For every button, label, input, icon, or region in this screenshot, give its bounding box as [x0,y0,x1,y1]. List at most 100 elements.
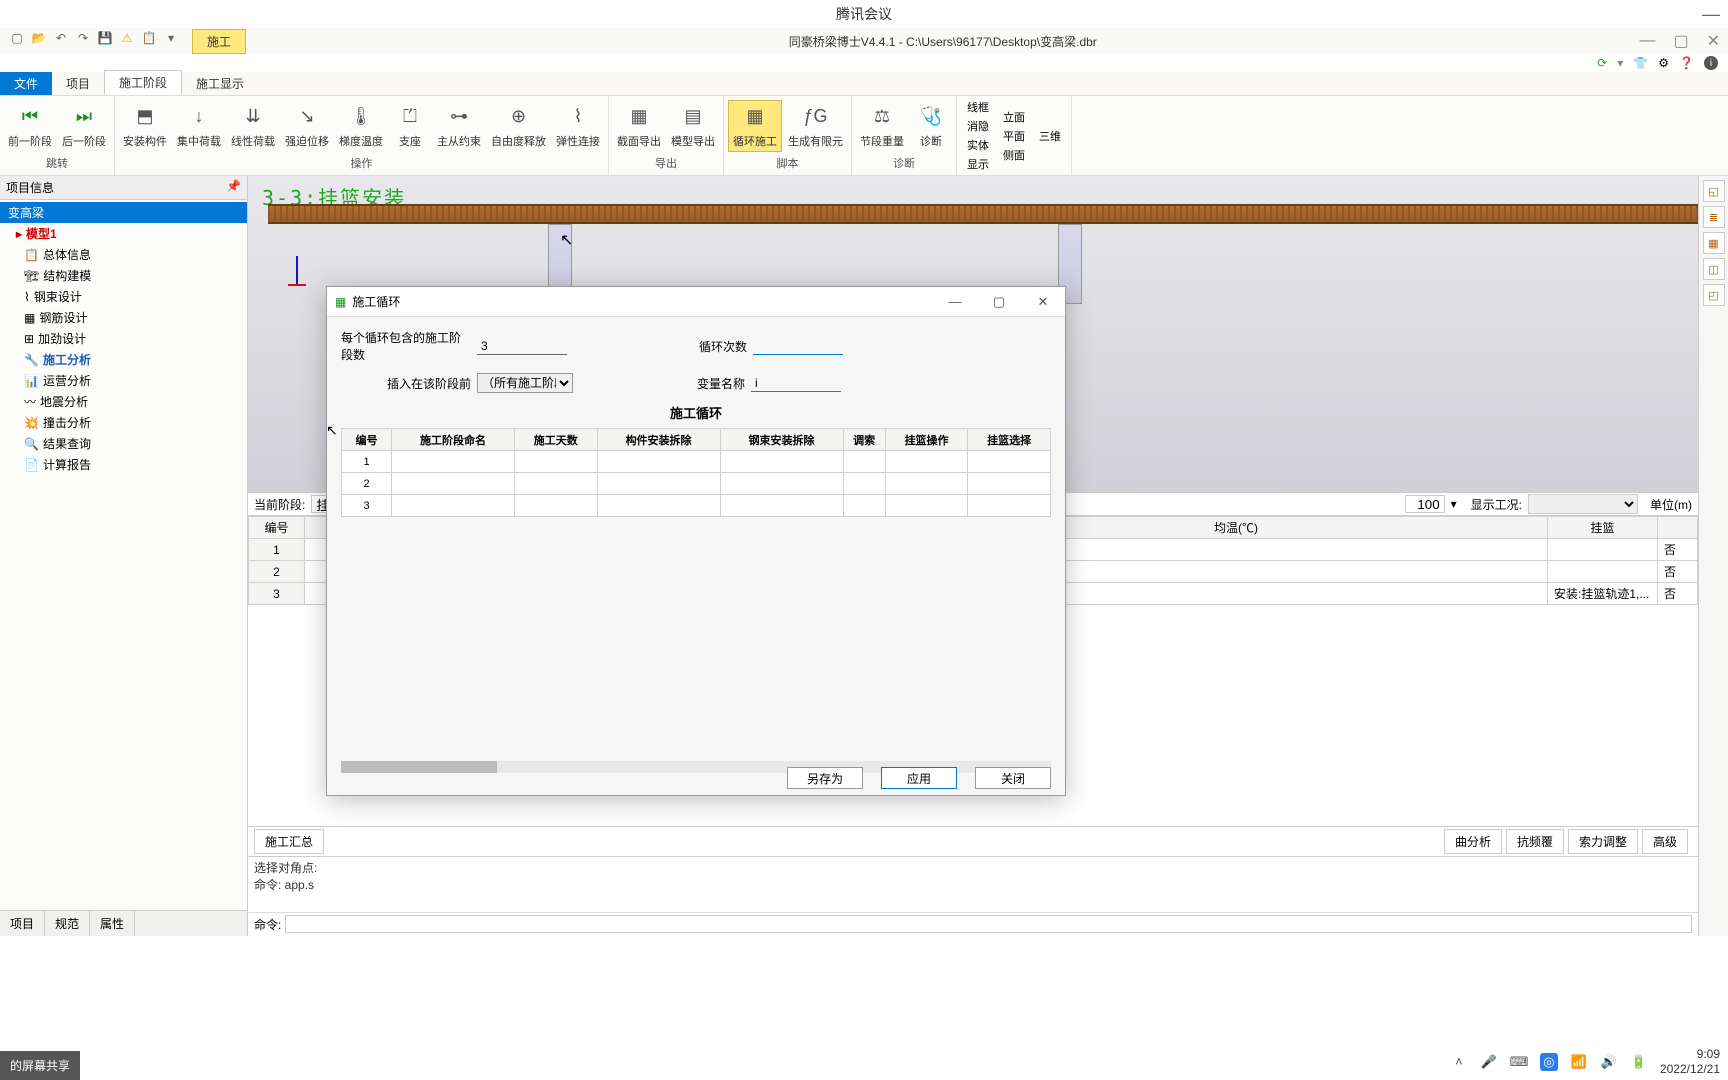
save-icon[interactable]: 💾 [96,29,114,47]
next-stage-button[interactable]: ⏭后一阶段 [58,101,110,151]
dialog-close-icon[interactable]: ✕ [1029,294,1057,310]
force-button[interactable]: 索力调整 [1568,829,1638,854]
view-icon[interactable]: ▦ [1703,232,1725,254]
clock[interactable]: 9:09 2022/12/21 [1660,1047,1720,1076]
sync-icon[interactable]: ⟳ [1597,56,1607,70]
tree-item-rebar[interactable]: ▦ 钢筋设计 [0,307,247,328]
close-button[interactable]: 关闭 [975,767,1051,789]
view-solid[interactable]: 实体 [961,136,995,154]
tree-item-result[interactable]: 🔍 结果查询 [0,433,247,454]
forced-disp-button[interactable]: ↘强迫位移 [281,101,333,151]
conc-load-button[interactable]: ↓集中荷载 [173,101,225,151]
wifi-icon[interactable]: 📶 [1570,1053,1588,1071]
stages-per-cycle-input[interactable] [477,337,567,355]
tree-root[interactable]: 变高梁 [0,202,247,223]
tree-model[interactable]: ▸ 模型1 [0,223,247,244]
redo-icon[interactable]: ↷ [74,29,92,47]
mic-icon[interactable]: 🎤 [1480,1053,1498,1071]
dialog-min-icon[interactable]: — [941,294,969,310]
section-export-button[interactable]: ▦截面导出 [613,101,665,151]
meeting-min-icon[interactable]: — [1702,0,1728,28]
cube-icon[interactable]: ◱ [1703,180,1725,202]
dialog-max-icon[interactable]: ▢ [985,294,1013,310]
battery-icon[interactable]: 🔋 [1630,1053,1648,1071]
panel-title: 项目信息 [6,179,54,196]
elastic-link-button[interactable]: ⌇弹性连接 [552,101,604,151]
new-doc-icon[interactable]: ▢ [8,29,26,47]
info-icon[interactable]: i [1704,56,1718,70]
window-min-icon[interactable]: — [1639,32,1655,50]
user-icon[interactable]: 👕 [1633,56,1648,70]
cmd-input[interactable] [285,915,1692,933]
summary-button[interactable]: 施工汇总 [254,829,324,854]
view-3d[interactable]: 三维 [1033,127,1067,145]
freq-button[interactable]: 抗频覆 [1506,829,1564,854]
cycle-count-input[interactable] [753,337,843,355]
tree-item-struct[interactable]: 🏗 结构建模 [0,265,247,286]
tree-item-report[interactable]: 📄 计算报告 [0,454,247,475]
warn-icon[interactable]: ⚠ [118,29,136,47]
temp-grad-button[interactable]: 🌡梯度温度 [335,101,387,151]
tree-item-impact[interactable]: 💥 撞击分析 [0,412,247,433]
tree-item-constr[interactable]: 🔧 施工分析 [0,349,247,370]
constr-badge[interactable]: 施工 [192,29,246,54]
tab-stage[interactable]: 施工阶段 [104,70,182,95]
layers-icon[interactable]: ≣ [1703,206,1725,228]
model-export-button[interactable]: ▤模型导出 [667,101,719,151]
volume-icon[interactable]: 🔊 [1600,1053,1618,1071]
panel-tab-prop[interactable]: 属性 [90,911,135,936]
window-max-icon[interactable]: ▢ [1673,31,1688,51]
insert-before-select[interactable]: （所有施工阶段 [477,373,573,393]
panel-tab-project[interactable]: 项目 [0,911,45,936]
curve-button[interactable]: 曲分析 [1444,829,1502,854]
view-wire[interactable]: 线框 [961,98,995,116]
tree-item-overall[interactable]: 📋 总体信息 [0,244,247,265]
panel-tab-spec[interactable]: 规范 [45,911,90,936]
system-tray: ˄ 🎤 ⌨ ◎ 📶 🔊 🔋 9:09 2022/12/21 [1450,1047,1720,1076]
paste-icon[interactable]: 📋 [140,29,158,47]
open-icon[interactable]: 📂 [30,29,48,47]
dof-release-button[interactable]: ⊕自由度释放 [487,101,550,151]
section-icon[interactable]: ◫ [1703,258,1725,280]
tab-display[interactable]: 施工显示 [182,72,258,95]
window-close-icon[interactable]: ✕ [1707,31,1720,51]
view-show[interactable]: 显示 [961,155,995,173]
right-toolbar: ◱ ≣ ▦ ◫ ◰ [1698,176,1728,936]
tree-item-stiff[interactable]: ⊞ 加劲设计 [0,328,247,349]
box-icon[interactable]: ◰ [1703,284,1725,306]
cycle-constr-button[interactable]: ▦循环施工 [728,100,782,152]
diagnose-button[interactable]: 🩺诊断 [910,101,952,151]
view-hide[interactable]: 消隐 [961,117,995,135]
view-plan[interactable]: 平面 [997,127,1031,145]
app-icon[interactable]: ◎ [1540,1053,1558,1071]
saveas-button[interactable]: 另存为 [787,767,863,789]
prev-stage-button[interactable]: ⏮前一阶段 [4,101,56,151]
dialog-titlebar[interactable]: ▦ 施工循环 — ▢ ✕ [327,287,1065,317]
gen-fe-button[interactable]: ƒG生成有限元 [784,101,847,151]
pin-icon[interactable]: 📌 [226,179,241,196]
line-load-button[interactable]: ⇊线性荷载 [227,101,279,151]
tree-item-tendon[interactable]: ⌇ 钢束设计 [0,286,247,307]
undo-icon[interactable]: ↶ [52,29,70,47]
weight-button[interactable]: ⚖节段重量 [856,101,908,151]
constraint-button[interactable]: ⊶主从约束 [433,101,485,151]
dialog-table[interactable]: 编号 施工阶段命名 施工天数 构件安装拆除 钢束安装拆除 调索 挂篮操作 挂篮选… [341,428,1051,517]
bearing-button[interactable]: ⏍支座 [389,101,431,151]
dropdown-icon[interactable]: ▾ [162,29,180,47]
adv-button[interactable]: 高级 [1642,829,1688,854]
help-icon[interactable]: ❓ [1679,56,1694,70]
show-case-select[interactable] [1528,494,1638,514]
view-side[interactable]: 侧面 [997,146,1031,164]
zoom-input[interactable] [1405,495,1445,513]
keyboard-icon[interactable]: ⌨ [1510,1053,1528,1071]
tree-item-seismic[interactable]: 〰 地震分析 [0,391,247,412]
install-button[interactable]: ⬒安装构件 [119,101,171,151]
tab-file[interactable]: 文件 [0,72,52,95]
view-elev[interactable]: 立面 [997,108,1031,126]
chevron-up-icon[interactable]: ˄ [1450,1053,1468,1071]
tab-project[interactable]: 项目 [52,72,104,95]
var-name-input[interactable] [751,374,841,392]
gear-icon[interactable]: ⚙ [1658,56,1669,70]
tree-item-service[interactable]: 📊 运营分析 [0,370,247,391]
apply-button[interactable]: 应用 [881,767,957,789]
